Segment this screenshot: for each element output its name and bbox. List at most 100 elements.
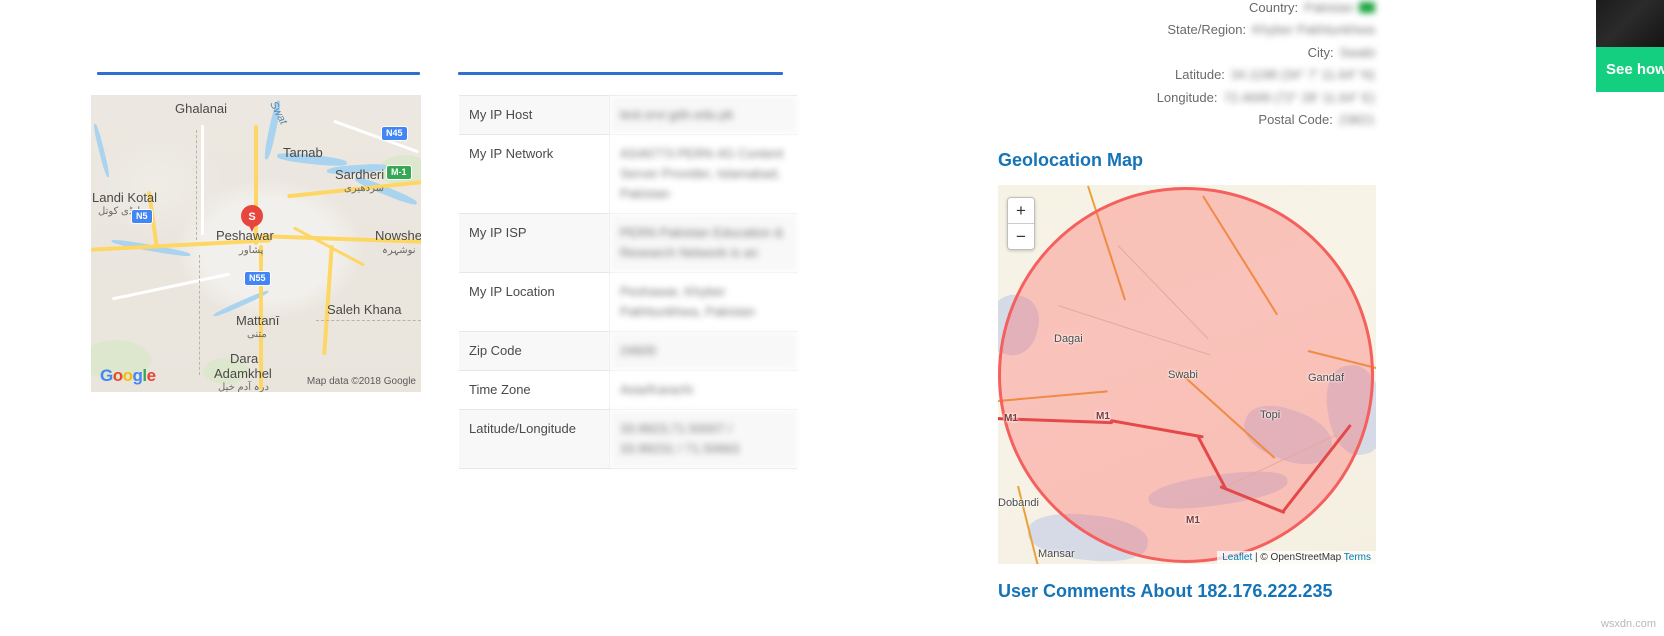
map-place-label: سردھیری — [344, 183, 384, 194]
section-divider-left — [97, 72, 420, 75]
table-row: Zip Code 24600 — [459, 331, 797, 371]
ip-detail-value: AS46773 PERN 4G Content Server Provider,… — [609, 134, 797, 214]
geolocation-field: Latitude: 34.1198 (34° 7' 11.64" N) — [930, 64, 1375, 87]
geolocation-field-label: Country: — [1248, 0, 1299, 15]
table-row: Latitude/Longitude 33.9923,71.50007 / 33.… — [459, 409, 797, 469]
ip-detail-label: Time Zone — [459, 370, 610, 410]
map-place-label: Tarnab — [283, 145, 323, 160]
attribution-separator: | © — [1252, 552, 1271, 563]
map-place-label: Landi Kotal — [92, 190, 158, 205]
geolocation-field-value: Khyber Pakhtunkhwa — [1252, 22, 1375, 37]
google-logo-g1: G — [100, 366, 113, 385]
geolocation-field-value: 72.4699 (72° 28' 11.64" E) — [1223, 90, 1375, 105]
map-place-label: نوشہرہ — [382, 245, 416, 256]
zoom-in-button[interactable]: + — [1008, 198, 1034, 224]
geolocation-field-value: 34.1198 (34° 7' 11.64" N) — [1231, 67, 1375, 82]
ip-detail-label: Zip Code — [459, 331, 610, 371]
map-place-label: Ghalanai — [175, 101, 228, 116]
map-boundary — [196, 130, 201, 240]
leaflet-geolocation-map[interactable]: Dagai Swabi Gandaf Topi Dobandi Mansar M1 M1 M1 … — [998, 185, 1376, 564]
map-place-label: متنی — [247, 329, 267, 340]
geolocation-field-label: Postal Code: — [1258, 112, 1333, 128]
map-place-label: پشاور — [239, 245, 264, 256]
geolocation-value-text: 23821 — [1338, 112, 1375, 128]
map-place-label: Sardheri — [335, 167, 385, 182]
geolocation-field: Country: Pakistan — [930, 0, 1375, 19]
promo-thumbnail-image — [1596, 0, 1664, 47]
ip-details-table: My IP Host test.srvr.gdn.edu.pk My IP Netw… — [459, 95, 797, 469]
map-route-shield: N5 — [131, 209, 153, 224]
geolocation-map-heading: Geolocation Map — [998, 150, 1144, 170]
leaflet-place-label: M1 — [1004, 413, 1018, 424]
openstreetmap-label: OpenStreetMap — [1270, 552, 1342, 563]
zoom-out-button[interactable]: − — [1008, 224, 1034, 249]
page-root: Ghalanai Swat Tarnab Sardheri سردھیری Landi K… — [0, 0, 1664, 636]
section-divider-right — [458, 72, 783, 75]
map-route-shield: M-1 — [386, 165, 412, 180]
geolocation-field-value: Pakistan — [1304, 0, 1375, 15]
geolocation-field-label: Longitude: — [1156, 89, 1218, 105]
ip-detail-value: PERN Pakistan Education & Research Netwo… — [609, 213, 797, 273]
geolocation-field-label: State/Region: — [1167, 22, 1247, 38]
site-watermark: wsxdn.com — [1600, 618, 1656, 630]
geolocation-value-text: Pakistan — [1304, 0, 1354, 15]
map-road-minor — [201, 125, 204, 235]
ip-detail-value: Asia/Karachi — [609, 370, 797, 410]
leaflet-place-label: Dagai — [1054, 333, 1083, 345]
ip-detail-value: 24600 — [609, 331, 797, 371]
map-place-label: Adamkhel — [214, 366, 272, 381]
ip-detail-label: My IP Network — [459, 134, 610, 214]
geolocation-value-text: 34.1198 (34° 7' 11.64" N) — [1230, 67, 1375, 83]
ip-detail-value: test.srvr.gdn.edu.pk — [609, 95, 797, 135]
leaflet-place-label: Mansar — [1038, 548, 1075, 560]
geolocation-field: City: Swabi — [930, 41, 1375, 64]
geolocation-field-label: City: — [1307, 44, 1334, 60]
map-place-label: Nowshera — [375, 228, 421, 243]
google-logo-g2: g — [132, 366, 143, 385]
geolocation-field-value: 23821 — [1339, 112, 1375, 127]
leaflet-attribution: Leaflet | © OpenStreetMap Terms — [1217, 551, 1376, 564]
table-row: Time Zone Asia/Karachi — [459, 370, 797, 410]
geolocation-value-text: 72.4699 (72° 28' 11.64" E) — [1223, 89, 1375, 105]
map-place-label: Mattanī — [236, 313, 280, 328]
leaflet-place-label: Swabi — [1168, 369, 1198, 381]
table-row: My IP ISP PERN Pakistan Education & Resea… — [459, 213, 797, 273]
map-place-label: Dara — [230, 351, 259, 366]
geolocation-field: Longitude: 72.4699 (72° 28' 11.64" E) — [930, 86, 1375, 109]
geolocation-field: Postal Code: 23821 — [930, 109, 1375, 132]
geolocation-field-value: Swabi — [1340, 45, 1375, 60]
map-place-label: Saleh Khana — [327, 302, 402, 317]
ip-detail-label: My IP ISP — [459, 213, 610, 273]
ip-detail-label: My IP Location — [459, 272, 610, 332]
ip-detail-value: 33.9923,71.50007 / 33.99231 / 71.50663 — [609, 409, 797, 469]
google-logo-e: e — [146, 366, 156, 385]
google-map-attribution: Map data ©2018 Google — [306, 376, 416, 387]
leaflet-place-label: Topi — [1260, 409, 1281, 421]
map-route-shield: N45 — [381, 126, 408, 141]
ip-detail-value: Peshawar, Khyber Pakhtunkhwa, Pakistan — [609, 272, 797, 332]
geolocation-field-list: Country: Pakistan State/Region: Khyber Pakh… — [930, 0, 1375, 131]
geolocation-field-label: Latitude: — [1175, 67, 1225, 83]
ip-details-table-body: My IP Host test.srvr.gdn.edu.pk My IP Netw… — [459, 95, 797, 469]
google-logo-o1: o — [112, 366, 123, 385]
leaflet-place-label: M1 — [1186, 515, 1200, 526]
leaflet-link[interactable]: Leaflet — [1222, 552, 1252, 563]
map-boundary — [316, 320, 421, 321]
see-how-button[interactable]: See how — [1596, 47, 1664, 92]
marker-label: S — [248, 211, 256, 223]
terms-link[interactable]: Terms — [1344, 552, 1371, 563]
leaflet-place-label: Gandaf — [1308, 372, 1345, 384]
google-logo-o2: o — [122, 366, 133, 385]
map-boundary — [199, 255, 203, 375]
map-marker-pin[interactable]: S — [241, 205, 263, 235]
google-static-map[interactable]: Ghalanai Swat Tarnab Sardheri سردھیری Landi K… — [91, 95, 421, 392]
promo-card[interactable]: See how — [1596, 0, 1664, 92]
table-row: My IP Network AS46773 PERN 4G Content Ser… — [459, 134, 797, 214]
leaflet-place-label: M1 — [1096, 411, 1110, 422]
geolocation-field: State/Region: Khyber Pakhtunkhwa — [930, 19, 1375, 42]
table-row: My IP Location Peshawar, Khyber Pakhtunkh… — [459, 272, 797, 332]
geolocation-value-text: Khyber Pakhtunkhwa — [1252, 22, 1375, 38]
ip-detail-label: My IP Host — [459, 95, 610, 135]
map-place-label: درہ آدم خیل — [218, 382, 269, 392]
map-zoom-controls[interactable]: + − — [1007, 197, 1035, 250]
